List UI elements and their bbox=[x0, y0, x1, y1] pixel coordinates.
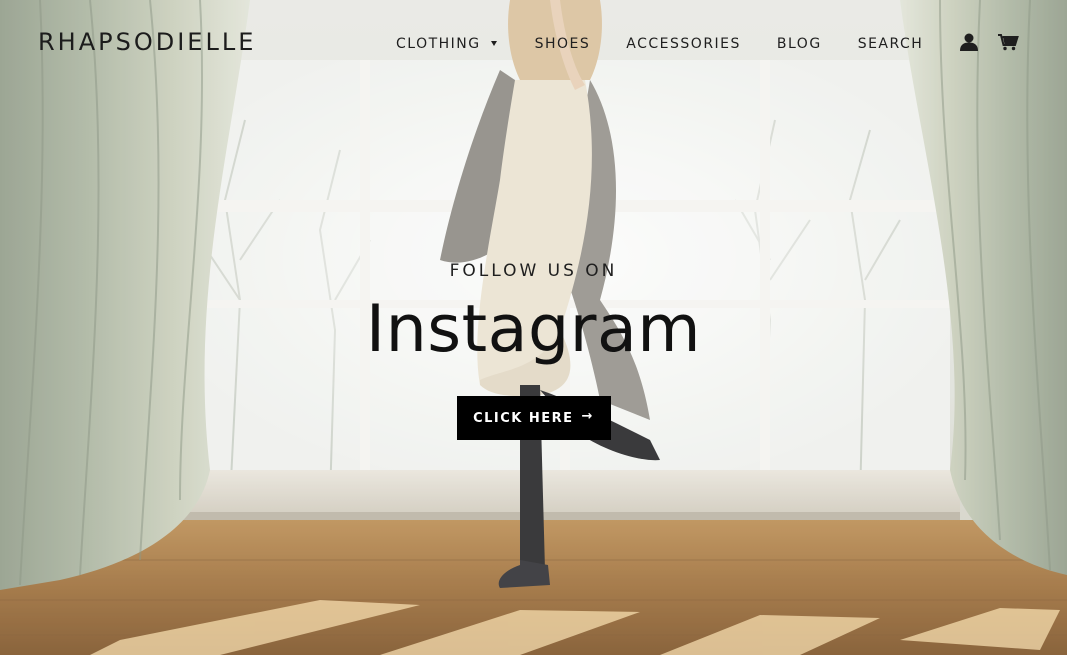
site-header: RHAPSODIELLE CLOTHING SHOES ACCESSORIES … bbox=[0, 0, 1067, 90]
cart-icon[interactable] bbox=[997, 32, 1019, 52]
button-label: CLICK HERE bbox=[473, 410, 574, 426]
nav-item-search[interactable]: SEARCH bbox=[858, 36, 924, 52]
click-here-button[interactable]: CLICK HERE → bbox=[456, 396, 611, 440]
nav-item-shoes[interactable]: SHOES bbox=[535, 36, 591, 52]
cart-icon-graphic bbox=[998, 34, 1019, 51]
nav-item-blog[interactable]: BLOG bbox=[777, 36, 822, 52]
nav-item-clothing[interactable]: CLOTHING bbox=[396, 36, 497, 52]
nav-item-accessories[interactable]: ACCESSORIES bbox=[626, 36, 741, 52]
hero-content: FOLLOW US ON Instagram CLICK HERE → bbox=[0, 256, 1067, 440]
arrow-right-icon: → bbox=[581, 409, 594, 424]
user-icon-graphic bbox=[960, 33, 978, 51]
main-nav: CLOTHING SHOES ACCESSORIES BLOG SEARCH bbox=[396, 34, 923, 54]
hero-title: Instagram bbox=[365, 292, 702, 367]
hero-eyebrow: FOLLOW US ON bbox=[449, 261, 618, 281]
site-logo[interactable]: RHAPSODIELLE bbox=[38, 28, 256, 56]
hero-section: RHAPSODIELLE CLOTHING SHOES ACCESSORIES … bbox=[0, 0, 1067, 655]
chevron-down-icon bbox=[490, 40, 497, 46]
user-icon[interactable] bbox=[958, 32, 980, 52]
nav-item-label: CLOTHING bbox=[396, 36, 481, 52]
